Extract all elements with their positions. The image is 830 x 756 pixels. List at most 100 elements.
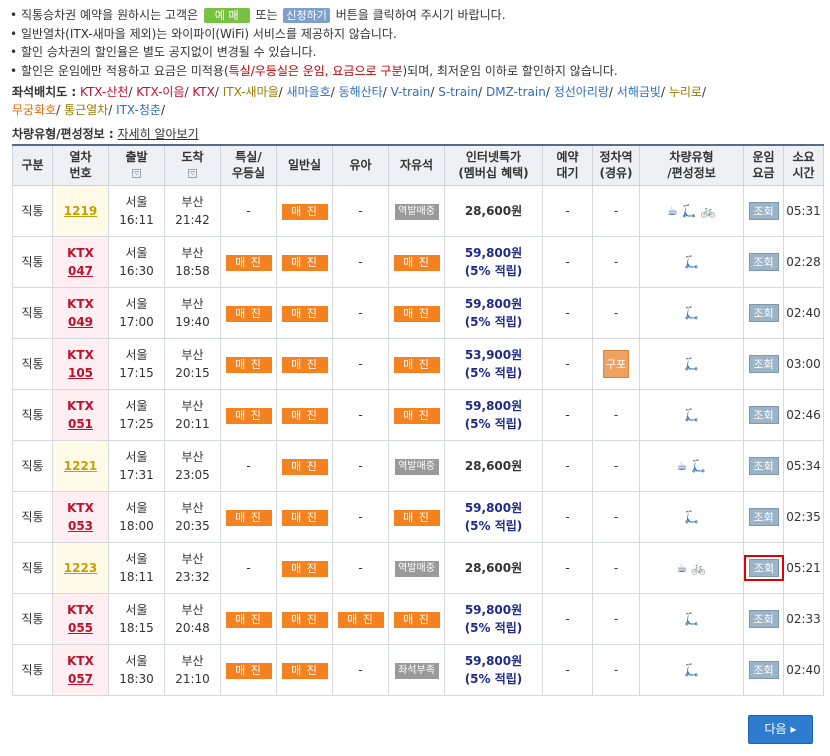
seat-map-link[interactable]: V-train — [391, 85, 431, 99]
notice-1: • 직통승차권 예약을 원하시는 고객은 예 매 또는 신청하기 버튼을 클릭하여… — [10, 8, 506, 23]
vehicle-cell[interactable]: 🛴 — [639, 643, 744, 696]
free-seat-status[interactable]: 좌석부족 — [394, 663, 439, 679]
free-seat-status[interactable]: 역발매중 — [394, 204, 439, 220]
sold-out-button[interactable]: 매 진 — [281, 662, 328, 679]
first-class-cell: 매 진 — [220, 643, 277, 696]
free-seat-cell: 좌석부족 — [388, 643, 445, 696]
seat-map-link[interactable]: 무궁화호 — [12, 103, 56, 117]
free-seat-status[interactable]: 역발매중 — [394, 459, 439, 475]
train-number-cell: 1221 — [52, 439, 109, 492]
next-button[interactable]: 다음 ▸ — [748, 715, 813, 744]
vehicle-cell[interactable]: 🛴 — [639, 286, 744, 339]
train-number-cell: KTX 053 — [52, 490, 109, 543]
train-number-link[interactable]: 057 — [53, 670, 108, 688]
type-cell: 직통 — [12, 643, 53, 696]
seat-map-link[interactable]: ITX-새마을 — [223, 85, 279, 99]
vehicle-cell[interactable]: 🛴 — [639, 490, 744, 543]
sold-out-button[interactable]: 매 진 — [281, 356, 328, 373]
arrive-cell: 부산 21:10 — [164, 643, 221, 696]
fare-inquiry-button[interactable]: 조회 — [748, 609, 779, 628]
sold-out-button[interactable]: 매 진 — [281, 560, 328, 577]
fare-inquiry-button[interactable]: 조회 — [748, 405, 779, 424]
train-number-link[interactable]: 1221 — [64, 459, 97, 473]
train-number-cell: KTX 105 — [52, 337, 109, 390]
train-number-link[interactable]: 051 — [53, 415, 108, 433]
sold-out-button[interactable]: 매 진 — [225, 662, 272, 679]
seat-map-link[interactable]: 누리로 — [669, 85, 702, 99]
sold-out-button[interactable]: 매 진 — [225, 254, 272, 271]
train-number-link[interactable]: 105 — [53, 364, 108, 382]
free-seat-status[interactable]: 매 진 — [393, 254, 440, 271]
free-seat-status[interactable]: 매 진 — [393, 611, 440, 628]
fare-cell: 조회 — [743, 592, 784, 645]
free-seat-status[interactable]: 매 진 — [393, 407, 440, 424]
vehicle-cell[interactable]: 🛴 — [639, 592, 744, 645]
free-seat-status[interactable]: 매 진 — [393, 305, 440, 322]
sold-out-button[interactable]: 매 진 — [281, 611, 328, 628]
sold-out-button[interactable]: 매 진 — [281, 407, 328, 424]
sort-arrive-icon[interactable]: ▽ — [188, 169, 197, 179]
vehicle-cell[interactable]: ☕ 🛴 — [639, 439, 744, 492]
fare-inquiry-button[interactable]: 조회 — [748, 660, 779, 679]
sold-out-button[interactable]: 매 진 — [337, 611, 384, 628]
seat-map-label: 좌석배치도 : — [12, 85, 77, 99]
seat-map-link[interactable]: KTX-이음 — [136, 85, 184, 99]
vehicle-cell[interactable]: ☕ 🛴 🚲 — [639, 184, 744, 237]
seat-map-link[interactable]: KTX — [192, 85, 215, 99]
vehicle-cell[interactable]: 🛴 — [639, 235, 744, 288]
fare-inquiry-button[interactable]: 조회 — [748, 252, 779, 271]
train-number-link[interactable]: 1219 — [64, 204, 97, 218]
seat-map-link[interactable]: 동해산타 — [339, 85, 383, 99]
fare-inquiry-button[interactable]: 조회 — [748, 354, 779, 373]
first-class-cell: - — [220, 439, 277, 492]
sold-out-button[interactable]: 매 진 — [225, 509, 272, 526]
vehicle-cell[interactable]: 🛴 — [639, 388, 744, 441]
train-number-link[interactable]: 055 — [53, 619, 108, 637]
stops-cell: - — [592, 235, 640, 288]
seat-map-link[interactable]: DMZ-train — [486, 85, 546, 99]
sold-out-button[interactable]: 매 진 — [281, 509, 328, 526]
internet-price: 59,800원 — [464, 296, 523, 311]
seat-map-link[interactable]: 통근열차 — [64, 103, 108, 117]
fare-inquiry-button[interactable]: 조회 — [748, 507, 779, 526]
fare-cell: 조회 — [743, 541, 784, 594]
free-seat-cell: 매 진 — [388, 490, 445, 543]
seat-map-link[interactable]: 정선아리랑 — [554, 85, 609, 99]
seat-map-link[interactable]: ITX-청춘 — [116, 103, 161, 117]
sold-out-button[interactable]: 매 진 — [225, 305, 272, 322]
fare-cell: 조회 — [743, 490, 784, 543]
stops-cell: - — [592, 490, 640, 543]
sort-depart-icon[interactable]: ▽ — [132, 169, 141, 179]
vehicle-cell[interactable]: 🛴 — [639, 337, 744, 390]
stop-station-button[interactable]: 구포 — [603, 349, 629, 378]
sold-out-button[interactable]: 매 진 — [281, 305, 328, 322]
train-number-link[interactable]: 049 — [53, 313, 108, 331]
sold-out-button[interactable]: 매 진 — [225, 407, 272, 424]
sold-out-button[interactable]: 매 진 — [225, 356, 272, 373]
seat-map-link[interactable]: KTX-산천 — [80, 85, 128, 99]
vehicle-cell[interactable]: ☕ 🚲 — [639, 541, 744, 594]
vehicle-info-detail-link[interactable]: 자세히 알아보기 — [118, 127, 199, 141]
seat-map-link[interactable]: S-train — [438, 85, 478, 99]
fare-inquiry-button[interactable]: 조회 — [748, 456, 779, 475]
train-number-link[interactable]: 1223 — [64, 561, 97, 575]
sold-out-button[interactable]: 매 진 — [281, 254, 328, 271]
free-seat-status[interactable]: 역발매중 — [394, 561, 439, 577]
train-number-link[interactable]: 047 — [53, 262, 108, 280]
train-number-link[interactable]: 053 — [53, 517, 108, 535]
fare-inquiry-button[interactable]: 조회 — [749, 558, 779, 577]
col-free-seat: 자유석 — [388, 144, 445, 186]
fare-inquiry-button[interactable]: 조회 — [748, 201, 779, 220]
table-row: 직통 KTX 105 서울 17:15 부산 20:15 매 진매 진-매 진 53,900원(… — [12, 337, 824, 390]
fare-inquiry-button[interactable]: 조회 — [748, 303, 779, 322]
table-row: 직통 1219 서울 16:11 부산 21:42- 매 진 - 역발매중 28,600원 - - ☕ 🛴… — [12, 184, 824, 237]
sold-out-button[interactable]: 매 진 — [281, 458, 328, 475]
seat-map-link[interactable]: 서해금빛 — [617, 85, 661, 99]
first-class-cell: - — [220, 184, 277, 237]
sold-out-button[interactable]: 매 진 — [281, 203, 328, 220]
sold-out-button[interactable]: 매 진 — [225, 611, 272, 628]
col-vehicle: 차량유형/편성정보 — [639, 144, 744, 186]
free-seat-status[interactable]: 매 진 — [393, 356, 440, 373]
free-seat-status[interactable]: 매 진 — [393, 509, 440, 526]
seat-map-link[interactable]: 새마을호 — [287, 85, 331, 99]
